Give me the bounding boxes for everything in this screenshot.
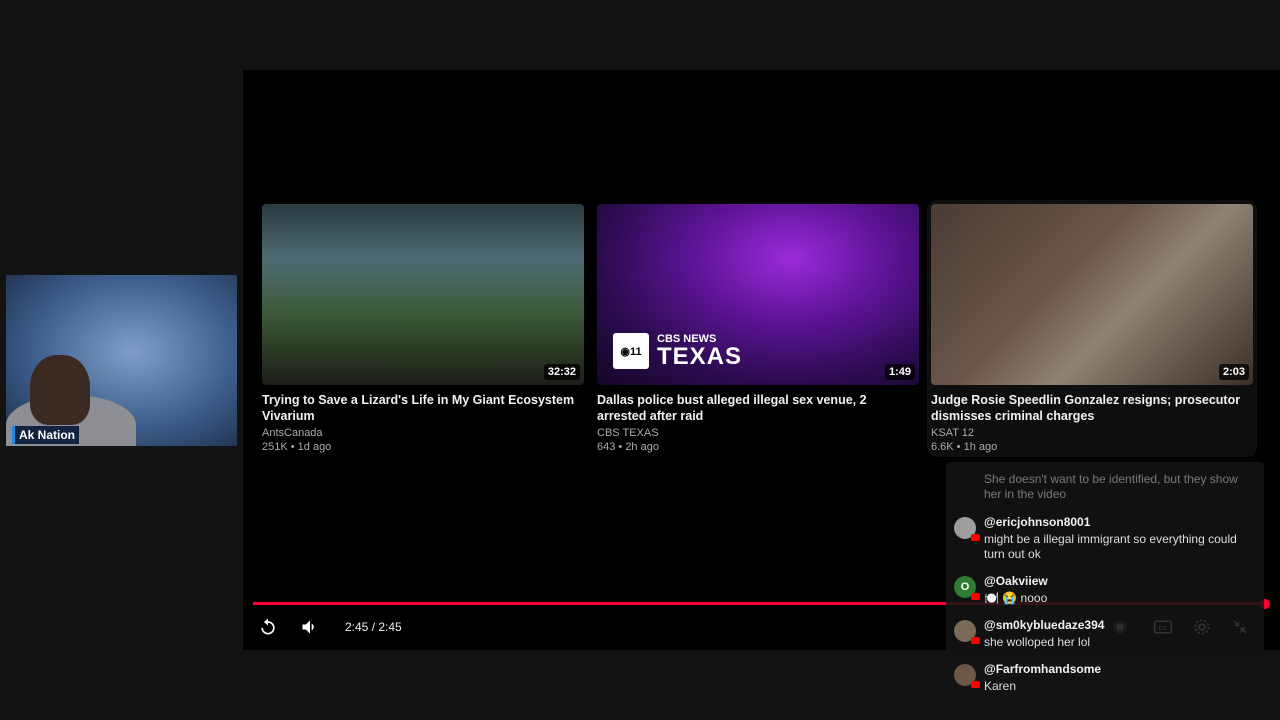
streamer-name-tag: Ak Nation — [12, 426, 80, 444]
chat-username: @Farfromhandsome — [984, 662, 1102, 676]
youtube-icon — [971, 593, 980, 600]
channel-name[interactable]: CBS TEXAS — [597, 427, 919, 439]
end-screen-card-1[interactable]: 32:32 Trying to Save a Lizard's Life in … — [262, 204, 584, 453]
webcam-overlay: Ak Nation — [6, 275, 237, 446]
end-screen-card-3[interactable]: 2:03 Judge Rosie Speedlin Gonzalez resig… — [927, 200, 1257, 457]
end-screen-card-2[interactable]: ◉11 CBS NEWS TEXAS 1:49 Dallas police bu… — [597, 204, 919, 453]
user-avatar — [954, 620, 980, 644]
video-thumbnail[interactable]: 32:32 — [262, 204, 584, 385]
avatar-initial: O — [960, 581, 970, 593]
duration-badge: 2:03 — [1218, 364, 1249, 380]
replay-icon[interactable] — [257, 616, 279, 638]
video-meta: 251K • 1d ago — [262, 441, 332, 453]
youtube-icon — [971, 637, 980, 644]
chat-message-text: might be a illegal immigrant so everythi… — [984, 532, 1237, 561]
video-title[interactable]: Judge Rosie Speedlin Gonzalez resigns; p… — [931, 392, 1253, 424]
video-thumbnail[interactable]: ◉11 CBS NEWS TEXAS 1:49 — [597, 204, 919, 385]
channel-name[interactable]: KSAT 12 — [931, 427, 1253, 439]
chat-message-text: Karen — [984, 679, 1017, 693]
chat-username: @sm0kybluedaze394 — [984, 618, 1105, 632]
duration-badge: 1:49 — [884, 364, 915, 380]
chat-message-text: 🍽️ 😭 nooo — [984, 591, 1048, 605]
cbs-eye-icon: ◉11 — [613, 333, 649, 369]
user-avatar: O — [954, 576, 980, 600]
youtube-icon — [971, 681, 980, 688]
video-thumbnail[interactable]: 2:03 — [931, 204, 1253, 385]
channel-name[interactable]: AntsCanada — [262, 427, 584, 439]
user-avatar — [954, 664, 980, 688]
live-chat-overlay: She doesn't want to be identified, but t… — [946, 462, 1264, 704]
volume-icon[interactable] — [299, 616, 321, 638]
chat-username: @ericjohnson8001 — [984, 515, 1091, 529]
end-screen-grid: 32:32 Trying to Save a Lizard's Life in … — [262, 200, 1262, 464]
time-display: 2:45 / 2:45 — [345, 620, 402, 634]
duration-badge: 32:32 — [543, 364, 580, 380]
chat-username: @Oakviiew — [984, 574, 1048, 588]
user-avatar — [954, 517, 980, 541]
video-meta: 6.6K • 1h ago — [931, 441, 998, 453]
streamer-avatar — [30, 355, 90, 425]
video-title[interactable]: Trying to Save a Lizard's Life in My Gia… — [262, 392, 584, 424]
desktop-stage: 32:32 Trying to Save a Lizard's Life in … — [0, 0, 1280, 720]
chat-message-text: She doesn't want to be identified, but t… — [984, 472, 1238, 501]
video-title[interactable]: Dallas police bust alleged illegal sex v… — [597, 392, 919, 424]
cbs-news-texas-logo: ◉11 CBS NEWS TEXAS — [613, 333, 742, 369]
youtube-icon — [971, 534, 980, 541]
logo-bottom-text: TEXAS — [657, 342, 743, 370]
chat-message-text: she wolloped her lol — [984, 635, 1091, 649]
video-meta: 643 • 2h ago — [597, 441, 659, 453]
